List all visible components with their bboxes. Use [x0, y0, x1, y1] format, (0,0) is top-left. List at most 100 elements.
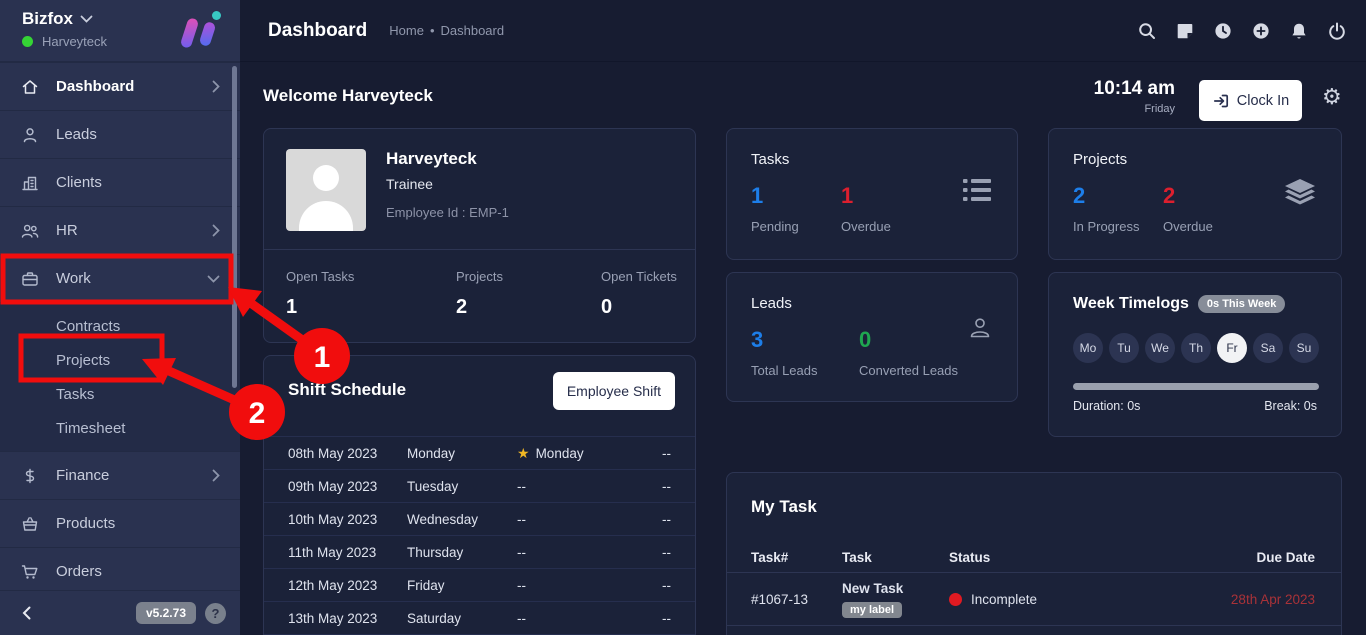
day-th: Th	[1181, 333, 1211, 363]
task-label-badge: my label	[842, 602, 902, 618]
breadcrumb-current: Dashboard	[441, 23, 505, 38]
chevron-left-icon	[22, 606, 31, 620]
task-cell: New Task my label	[842, 581, 949, 618]
shift-row: 11th May 2023 Thursday -- --	[264, 535, 695, 568]
profile-card: Harveyteck Trainee Employee Id : EMP-1 O…	[263, 128, 696, 343]
building-icon	[20, 173, 40, 193]
add-icon[interactable]	[1251, 21, 1271, 41]
current-time: 10:14 am Friday	[1094, 78, 1175, 115]
card-title: Leads	[751, 295, 792, 312]
stat-value: 2	[1163, 183, 1213, 209]
star-icon: ★	[517, 445, 530, 462]
card-title: Week Timelogs	[1073, 295, 1189, 313]
layers-icon	[1285, 179, 1315, 206]
col-status: Status	[949, 550, 1256, 565]
app-screen: Bizfox Harveyteck Dashboard Leads Client…	[0, 0, 1366, 635]
card-title: Projects	[1073, 151, 1127, 168]
projects-stat: Projects 2	[456, 269, 503, 319]
sidebar-item-label: Clients	[56, 174, 102, 191]
chevron-right-icon	[212, 469, 220, 482]
overdue-stat: 1 Overdue	[841, 183, 891, 234]
stat-label: Total Leads	[751, 363, 818, 378]
cart-icon	[20, 562, 40, 582]
sidebar-item-finance[interactable]: Finance	[0, 451, 240, 499]
submenu-item-timesheet[interactable]: Timesheet	[0, 411, 240, 445]
gear-icon[interactable]: ⚙	[1322, 86, 1342, 108]
notifications-icon[interactable]	[1289, 21, 1309, 41]
clock-in-label: Clock In	[1237, 93, 1289, 109]
day-we: We	[1145, 333, 1175, 363]
page-title: Dashboard	[268, 20, 367, 42]
stat-value: 0	[859, 327, 958, 353]
sidebar-item-label: Finance	[56, 467, 109, 484]
power-icon[interactable]	[1327, 21, 1347, 41]
leads-card: Leads 3 Total Leads 0 Converted Leads	[726, 272, 1018, 402]
week-days: Mo Tu We Th Fr Sa Su	[1073, 333, 1319, 363]
tasks-card: Tasks 1 Pending 1 Overdue	[726, 128, 1018, 260]
sidebar-item-hr[interactable]: HR	[0, 206, 240, 254]
sidebar-item-work[interactable]: Work	[0, 254, 240, 302]
list-icon	[963, 179, 991, 201]
week-timelogs-card: Week Timelogs 0s This Week Mo Tu We Th F…	[1048, 272, 1342, 437]
submenu-item-projects[interactable]: Projects	[0, 343, 240, 377]
employee-name: Harveyteck	[386, 149, 477, 169]
shift-row: 09th May 2023 Tuesday -- --	[264, 469, 695, 502]
time-value: 10:14 am	[1094, 78, 1175, 100]
help-button[interactable]: ?	[205, 603, 226, 624]
col-task-id: Task#	[727, 550, 842, 565]
stat-label: Projects	[456, 269, 503, 284]
shift-table: 08th May 2023 Monday ★Monday -- 09th May…	[264, 436, 695, 635]
stat-value: 2	[1073, 183, 1139, 209]
people-icon	[20, 221, 40, 241]
divider	[264, 249, 695, 250]
stat-value: 3	[751, 327, 818, 353]
shift-row: 10th May 2023 Wednesday -- --	[264, 502, 695, 535]
employee-role: Trainee	[386, 176, 433, 192]
submenu-item-contracts[interactable]: Contracts	[0, 309, 240, 343]
workspace-switcher[interactable]: Bizfox	[22, 9, 93, 29]
dollar-icon	[20, 466, 40, 486]
main-content: Welcome Harveyteck 10:14 am Friday Clock…	[240, 62, 1366, 635]
basket-icon	[20, 514, 40, 534]
sidebar: Bizfox Harveyteck Dashboard Leads Client…	[0, 0, 240, 635]
notes-icon[interactable]	[1175, 21, 1195, 41]
converted-leads-stat: 0 Converted Leads	[859, 327, 958, 378]
breadcrumb: Home • Dashboard	[389, 23, 504, 38]
sidebar-item-dashboard[interactable]: Dashboard	[0, 62, 240, 110]
breadcrumb-separator: •	[430, 23, 435, 38]
sidebar-item-label: Leads	[56, 126, 97, 143]
my-task-header: Task# Task Status Due Date	[727, 543, 1341, 573]
home-icon	[20, 77, 40, 97]
status-dot-icon	[949, 593, 962, 606]
sidebar-item-leads[interactable]: Leads	[0, 110, 240, 158]
sidebar-item-clients[interactable]: Clients	[0, 158, 240, 206]
stat-label: Overdue	[841, 219, 891, 234]
sidebar-scrollbar[interactable]	[232, 66, 237, 388]
collapse-sidebar-button[interactable]	[22, 606, 31, 620]
stat-label: Overdue	[1163, 219, 1213, 234]
day-sa: Sa	[1253, 333, 1283, 363]
brand-name: Bizfox	[22, 9, 73, 29]
stat-value: 1	[841, 183, 891, 209]
stat-label: Converted Leads	[859, 363, 958, 378]
clock-icon[interactable]	[1213, 21, 1233, 41]
clock-in-button[interactable]: Clock In	[1199, 80, 1302, 121]
sidebar-item-label: Orders	[56, 563, 102, 580]
submenu-item-tasks[interactable]: Tasks	[0, 377, 240, 411]
open-tickets-stat: Open Tickets 0	[601, 269, 677, 319]
sidebar-item-products[interactable]: Products	[0, 499, 240, 547]
task-status: Incomplete	[949, 592, 1231, 607]
stat-label: In Progress	[1073, 219, 1139, 234]
breadcrumb-home[interactable]: Home	[389, 23, 424, 38]
pending-stat: 1 Pending	[751, 183, 799, 234]
sidebar-item-orders[interactable]: Orders	[0, 547, 240, 595]
task-row[interactable]: #1067-13 New Task my label Incomplete 28…	[727, 573, 1341, 626]
version-badge: v5.2.73	[136, 602, 196, 624]
week-total-badge: 0s This Week	[1198, 295, 1286, 313]
total-leads-stat: 3 Total Leads	[751, 327, 818, 378]
employee-shift-button[interactable]: Employee Shift	[553, 372, 675, 410]
avatar	[286, 149, 366, 231]
shift-row: 13th May 2023 Saturday -- --	[264, 601, 695, 634]
stat-label: Pending	[751, 219, 799, 234]
search-icon[interactable]	[1137, 21, 1157, 41]
